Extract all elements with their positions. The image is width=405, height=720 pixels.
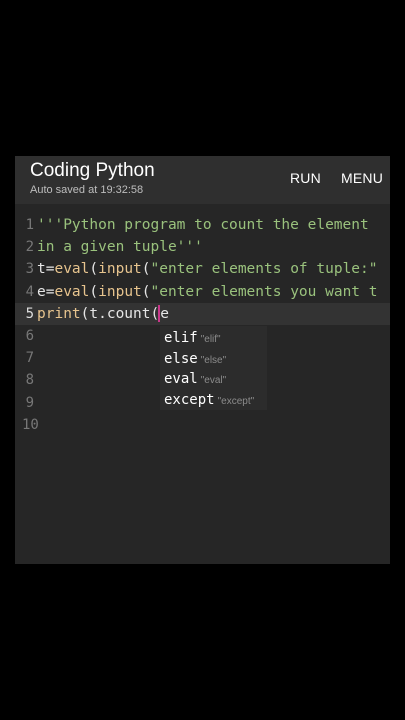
string-token: in a given tuple'''	[37, 239, 203, 256]
builtin-token: input	[98, 283, 142, 300]
app-bar: Coding Python Auto saved at 19:32:58 RUN…	[15, 156, 390, 204]
builtin-token: eval	[54, 283, 90, 300]
code-token: (t.count(	[80, 305, 160, 322]
app-title: Coding Python	[30, 160, 155, 181]
code-text: t=eval(input("enter elements of tuple:"	[37, 258, 378, 280]
code-token: (	[89, 283, 99, 300]
autocomplete-hint: "elif"	[200, 334, 221, 345]
autocomplete-popup: elif "elif" else "else" eval "eval" except "exc…	[160, 326, 267, 410]
code-token: (	[141, 261, 151, 278]
code-line[interactable]: 3 t=eval(input("enter elements of tuple:"	[15, 258, 390, 280]
autocomplete-item[interactable]: eval "eval"	[164, 370, 226, 391]
code-token: e	[160, 305, 169, 322]
line-number: 9	[25, 394, 34, 411]
line-number: 7	[25, 350, 34, 367]
code-token: t=	[37, 261, 55, 278]
line-number: 2	[25, 239, 34, 256]
editor-app: Coding Python Auto saved at 19:32:58 RUN…	[15, 156, 390, 564]
autosave-status: Auto saved at 19:32:58	[30, 184, 144, 196]
line-number: 4	[25, 283, 34, 300]
code-line[interactable]: 10	[15, 414, 390, 436]
autocomplete-keyword: elif	[164, 330, 198, 346]
autocomplete-keyword: else	[164, 350, 198, 367]
autocomplete-item[interactable]: except "except"	[164, 391, 254, 412]
code-token: (	[89, 261, 99, 278]
line-number: 6	[25, 328, 34, 344]
autocomplete-item[interactable]: else "else"	[164, 350, 226, 371]
code-line[interactable]: 1 '''Python program to count the element	[15, 214, 390, 236]
string-token: '''Python program to count the element	[37, 217, 369, 233]
autocomplete-keyword: eval	[164, 371, 198, 387]
autocomplete-hint: "except"	[217, 395, 255, 407]
autocomplete-item[interactable]: elif "elif"	[164, 329, 221, 350]
builtin-token: eval	[54, 261, 90, 278]
autocomplete-hint: "else"	[200, 354, 227, 366]
code-token: (	[141, 283, 151, 300]
line-number: 10	[22, 416, 39, 433]
code-text: in a given tuple'''	[37, 236, 203, 258]
code-line[interactable]: 2 in a given tuple'''	[15, 236, 390, 258]
line-number: 5	[25, 305, 34, 322]
string-token: "enter elements you want t	[150, 283, 378, 300]
code-token: e=	[37, 283, 55, 300]
menu-button[interactable]: MENU	[341, 170, 383, 186]
builtin-token: input	[98, 261, 142, 278]
line-number: 1	[25, 217, 34, 233]
run-button[interactable]: RUN	[290, 170, 321, 186]
code-text: print(t.count(e	[37, 303, 169, 325]
code-line[interactable]: 5 print(t.count(e	[15, 302, 390, 325]
code-text: '''Python program to count the element	[37, 214, 369, 236]
line-number: 8	[25, 372, 34, 389]
line-number: 3	[25, 261, 34, 278]
autocomplete-hint: "eval"	[200, 375, 227, 386]
code-line[interactable]: 4 e=eval(input("enter elements you want t	[15, 281, 390, 303]
code-text: e=eval(input("enter elements you want t	[37, 281, 378, 303]
autocomplete-keyword: except	[164, 391, 215, 408]
string-token: "enter elements of tuple:"	[150, 261, 378, 278]
builtin-token: print	[37, 305, 81, 322]
